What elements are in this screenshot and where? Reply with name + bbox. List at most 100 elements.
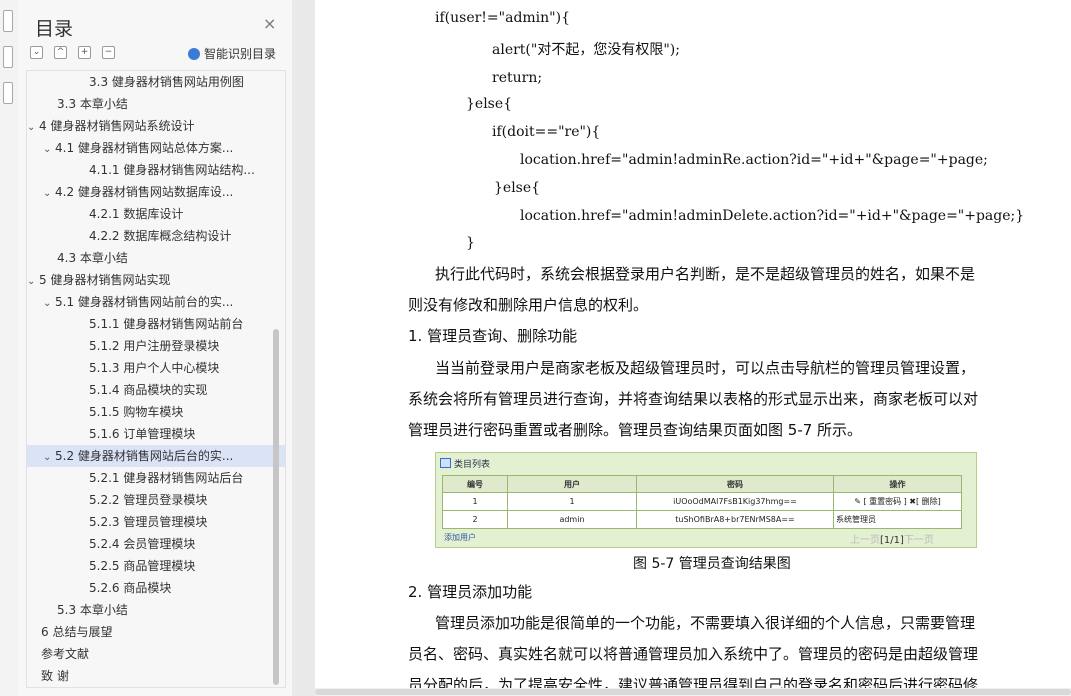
- toc-item-label: 5.1.2 用户注册登录模块: [89, 339, 220, 353]
- table-cell: 系统管理员: [833, 510, 962, 529]
- toc-scrollbar[interactable]: [273, 329, 279, 685]
- left-tool-strip: [0, 0, 19, 696]
- code-line: }: [466, 235, 475, 251]
- table-cell: iUOoOdMAl7FsB1Kig37hmg==: [636, 492, 834, 511]
- horizontal-scrollbar[interactable]: [315, 688, 1071, 696]
- remove-heading-icon[interactable]: −: [102, 46, 115, 59]
- table-icon: [440, 458, 451, 468]
- toc-item[interactable]: 致 谢: [27, 665, 285, 687]
- toc-item-label: 5.2.4 会员管理模块: [89, 537, 196, 551]
- toc-item[interactable]: 5.1.6 订单管理模块: [27, 423, 285, 445]
- toc-item[interactable]: 4.2.2 数据库概念结构设计: [27, 225, 285, 247]
- table-cell: 2: [442, 510, 508, 529]
- toc-item-label: 3.3 本章小结: [57, 97, 128, 111]
- toc-item[interactable]: 参考文献: [27, 643, 285, 665]
- toc-item[interactable]: 4.2.1 数据库设计: [27, 203, 285, 225]
- code-line: if(user!="admin"){: [435, 10, 570, 26]
- toc-item[interactable]: 5.2.5 商品管理模块: [27, 555, 285, 577]
- chevron-down-icon[interactable]: ⌄: [27, 117, 39, 137]
- document-area: if(user!="admin"){ alert("对不起，您没有权限"); r…: [292, 0, 1071, 696]
- table-cell: admin: [507, 510, 637, 529]
- toc-item[interactable]: 5.1.5 购物车模块: [27, 401, 285, 423]
- add-heading-icon[interactable]: +: [78, 46, 91, 59]
- toc-item-label: 5.1 健身器材销售网站前台的实...: [55, 295, 234, 309]
- code-line: }else{: [466, 96, 513, 112]
- toc-item[interactable]: 3.3 健身器材销售网站用例图: [27, 71, 285, 93]
- toc-item-label: 5.2.2 管理员登录模块: [89, 493, 208, 507]
- pager-next: 下一页: [903, 535, 934, 546]
- body-text: 系统会将所有管理员进行查询，并将查询结果以表格的形式显示出来，商家老板可以对: [408, 390, 979, 408]
- toc-item[interactable]: 4.3 本章小结: [27, 247, 285, 269]
- chevron-down-icon[interactable]: ⌄: [43, 183, 55, 203]
- toc-title: 目录: [35, 18, 74, 40]
- toc-item[interactable]: ⌄ 4.1 健身器材销售网站总体方案...: [27, 137, 285, 159]
- code-line: }else{: [494, 180, 541, 196]
- chevron-down-icon[interactable]: ⌄: [43, 139, 55, 159]
- toc-item-label: 5.1.1 健身器材销售网站前台: [89, 317, 244, 331]
- toc-item-label: 5.1.5 购物车模块: [89, 405, 184, 419]
- chevron-down-icon[interactable]: ⌄: [43, 293, 55, 313]
- toc-item[interactable]: 3.3 本章小结: [27, 93, 285, 115]
- toc-item[interactable]: 5.1.1 健身器材销售网站前台: [27, 313, 285, 335]
- section-heading: 1. 管理员查询、删除功能: [408, 327, 578, 345]
- toc-item[interactable]: 5.2.3 管理员管理模块: [27, 511, 285, 533]
- toc-item[interactable]: 5.1.2 用户注册登录模块: [27, 335, 285, 357]
- toc-item[interactable]: 5.2.2 管理员登录模块: [27, 489, 285, 511]
- strip-tab[interactable]: [3, 82, 13, 104]
- chevron-down-icon[interactable]: ⌄: [27, 271, 39, 291]
- code-line: return;: [492, 70, 543, 86]
- toc-item[interactable]: 5.1.3 用户个人中心模块: [27, 357, 285, 379]
- toc-item-label: 致 谢: [41, 669, 69, 683]
- body-text: 管理员添加功能是很简单的一个功能，不需要填入很详细的个人信息，只需要管理: [435, 614, 976, 632]
- toc-item[interactable]: 5.1.4 商品模块的实现: [27, 379, 285, 401]
- toc-item-label: 4.2.2 数据库概念结构设计: [89, 229, 232, 243]
- toc-item[interactable]: ⌄ 5.1 健身器材销售网站前台的实...: [27, 291, 285, 313]
- toc-list: 致 谢 参考文献 6 总结与展望 5.3 本章小结 5.2.6 商品模块 5.2.5 商品…: [26, 70, 286, 688]
- code-line: if(doit=="re"){: [492, 124, 601, 140]
- toc-item[interactable]: ⌄ 5.2 健身器材销售网站后台的实...: [27, 445, 285, 467]
- toc-item-label: 4.1 健身器材销售网站总体方案...: [55, 141, 234, 155]
- table-cell: tuShOfiBrA8+br7ENrMS8A==: [636, 510, 834, 529]
- chevron-down-icon[interactable]: ⌄: [43, 447, 55, 467]
- toc-item-label: 3.3 健身器材销售网站用例图: [89, 75, 244, 89]
- toc-item[interactable]: ⌄ 4 健身器材销售网站系统设计: [27, 115, 283, 137]
- strip-tab[interactable]: [3, 10, 13, 32]
- toc-item-label: 5 健身器材销售网站实现: [39, 273, 171, 287]
- strip-tab[interactable]: [3, 46, 13, 68]
- body-text: 当当前登录用户是商家老板及超级管理员时，可以点击导航栏的管理员管理设置，: [435, 359, 976, 377]
- toc-item[interactable]: 5.2.6 商品模块: [27, 577, 285, 599]
- toc-item[interactable]: 5.2.4 会员管理模块: [27, 533, 285, 555]
- section-heading: 2. 管理员添加功能: [408, 583, 533, 601]
- toc-panel: 目录 × ⌄ ^ + − 智能识别目录 致 谢 参考文献 6 总结与展望 5.3 本章…: [18, 0, 292, 696]
- toc-item-label: 5.2 健身器材销售网站后台的实...: [55, 449, 234, 463]
- code-line: location.href="admin!adminRe.action?id="…: [520, 152, 988, 168]
- toc-item-label: 4.3 本章小结: [57, 251, 128, 265]
- toc-item[interactable]: 4.1.1 健身器材销售网站结构...: [27, 159, 285, 181]
- table-cell: 1: [442, 492, 508, 511]
- toc-item-label: 5.1.4 商品模块的实现: [89, 383, 208, 397]
- scrollbar-thumb[interactable]: [315, 689, 1071, 695]
- admin-table: 编号 用户 密码 操作 1 1 iUOoOdMAl7FsB1Kig37hmg==…: [442, 475, 962, 529]
- toc-item[interactable]: ⌄ 5 健身器材销售网站实现: [27, 269, 283, 291]
- figure-title: 类目列表: [440, 457, 490, 471]
- toc-item[interactable]: 5.3 本章小结: [27, 599, 285, 621]
- collapse-all-icon[interactable]: ⌄: [30, 46, 43, 59]
- table-row: 2 admin tuShOfiBrA8+br7ENrMS8A== 系统管理员: [442, 510, 962, 529]
- close-icon[interactable]: ×: [263, 14, 276, 33]
- ai-detect-toc-button[interactable]: 智能识别目录: [188, 45, 276, 62]
- toc-item-label: 参考文献: [41, 647, 90, 661]
- toc-item-label: 5.2.5 商品管理模块: [89, 559, 196, 573]
- toc-item[interactable]: 6 总结与展望: [27, 621, 285, 643]
- table-row: 1 1 iUOoOdMAl7FsB1Kig37hmg== ✎ [ 重置密码 ] …: [442, 492, 962, 511]
- body-text: 管理员进行密码重置或者删除。管理员查询结果页面如图 5-7 所示。: [408, 421, 863, 439]
- toc-item-label: 4 健身器材销售网站系统设计: [39, 119, 195, 133]
- toc-item[interactable]: ⌄ 4.2 健身器材销售网站数据库设...: [27, 181, 285, 203]
- expand-up-icon[interactable]: ^: [54, 46, 67, 59]
- toc-item-label: 5.1.6 订单管理模块: [89, 427, 196, 441]
- toc-item[interactable]: 5.2.1 健身器材销售网站后台: [27, 467, 285, 489]
- toc-item-label: 6 总结与展望: [41, 625, 113, 639]
- table-header: 密码: [636, 475, 834, 493]
- body-text: 员名、密码、真实姓名就可以将普通管理员加入系统中了。管理员的密码是由超级管理: [408, 645, 979, 663]
- toc-item-label: 4.1.1 健身器材销售网站结构...: [89, 163, 255, 177]
- code-line: alert("对不起，您没有权限");: [492, 42, 680, 58]
